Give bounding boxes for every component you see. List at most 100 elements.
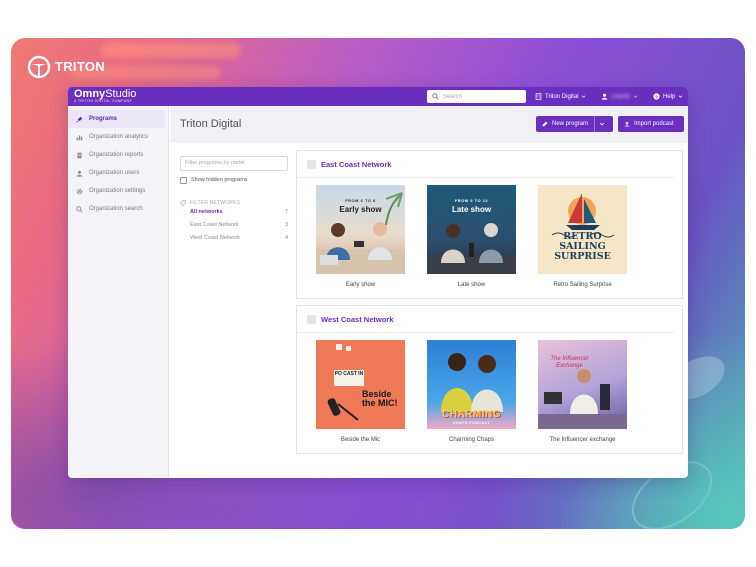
program-name[interactable]: Late show: [427, 282, 516, 288]
network-filter-east-coast[interactable]: East Coast Network 3: [180, 219, 288, 232]
program-card-beside-the-mic[interactable]: PO CAST IN Beside the MIC! Beside the Mi…: [316, 340, 405, 443]
program-name[interactable]: The Influencer exchange: [538, 437, 627, 443]
sidebar-item-label: Programs: [89, 116, 118, 122]
program-card-the-influencer-exchange[interactable]: The Influencer Exchange The Influencer e…: [538, 340, 627, 443]
omny-studio-logo[interactable]: OmnyStudio A TRITON DIGITAL COMPANY: [74, 88, 136, 104]
import-podcast-button[interactable]: Import podcast: [618, 116, 684, 132]
bar-chart-icon: [76, 134, 83, 140]
search-box[interactable]: [427, 90, 526, 103]
network-title[interactable]: West Coast Network: [297, 306, 674, 333]
program-cover-art[interactable]: The Influencer Exchange: [538, 340, 627, 429]
show-hidden-checkbox[interactable]: [180, 176, 187, 184]
network-title-label: West Coast Network: [321, 314, 394, 324]
network-select-checkbox[interactable]: [307, 159, 316, 169]
network-filter-west-coast[interactable]: West Coast Network 4: [180, 232, 288, 245]
main-content: Triton Digital New program Import podcas…: [170, 106, 688, 478]
cover-top-text: FROM 6 TO 8: [345, 198, 376, 203]
document-icon: [77, 152, 82, 158]
program-cover-art[interactable]: PO CAST IN Beside the MIC!: [316, 340, 405, 429]
user-menu[interactable]: Charlie: [601, 87, 638, 106]
sidebar: Programs Organization analytics Organiza…: [68, 106, 169, 478]
help-icon: ?: [653, 93, 660, 100]
search-input[interactable]: [443, 93, 523, 100]
filters-panel: Show hidden programs FILTER NETWORKS All…: [180, 151, 288, 245]
program-name[interactable]: Charming Chaps: [427, 437, 516, 443]
program-cover-art[interactable]: FROM 9 TO 12 Late show: [427, 185, 516, 274]
sidebar-item-organization-reports[interactable]: Organization reports: [68, 146, 165, 164]
network-filter-label: West Coast Network: [190, 235, 241, 241]
program-cover-art[interactable]: RETRO SAILING SURPRISE: [538, 185, 627, 274]
search-icon: [76, 205, 83, 213]
network-filter-label: East Coast Network: [190, 222, 239, 228]
cover-title-text: The Influencer Exchange: [550, 356, 589, 369]
sidebar-item-organization-settings[interactable]: Organization settings: [68, 182, 165, 200]
sidebar-item-label: Organization search: [89, 206, 143, 212]
sidebar-item-label: Organization reports: [89, 152, 144, 158]
button-divider: [594, 116, 596, 132]
chevron-down-icon: [679, 95, 683, 98]
cover-top-text: PO CAST IN: [334, 371, 364, 377]
cover-title-text: RETRO SAILING SURPRISE: [554, 231, 611, 262]
sidebar-item-programs[interactable]: Programs: [68, 110, 165, 128]
page-title: Triton Digital: [180, 117, 242, 130]
filter-networks-label: FILTER NETWORKS: [190, 199, 241, 206]
sidebar-item-organization-analytics[interactable]: Organization analytics: [68, 128, 165, 146]
network-section-east-coast: East Coast Network FROM 6 TO 8 Early sho…: [296, 150, 683, 299]
chevron-down-icon[interactable]: [599, 121, 605, 127]
user-menu-label: Charlie: [611, 93, 631, 100]
new-program-button[interactable]: New program: [536, 116, 613, 132]
network-filter-all[interactable]: All networks 7: [180, 206, 288, 219]
program-cover-art[interactable]: CHARMING CHAPS PODCAST: [427, 340, 516, 429]
sidebar-item-label: Organization analytics: [89, 134, 149, 140]
network-title[interactable]: East Coast Network: [297, 151, 674, 178]
program-cards: PO CAST IN Beside the MIC! Beside the Mi…: [316, 340, 627, 443]
influencer-illustration: [538, 369, 627, 429]
omny-studio-window: OmnyStudio A TRITON DIGITAL COMPANY Trit…: [68, 87, 688, 478]
blurred-text-decoration: [101, 42, 241, 58]
cover-title-text: CHARMING: [442, 409, 501, 420]
program-card-charming-chaps[interactable]: CHARMING CHAPS PODCAST Charming Chaps: [427, 340, 516, 443]
network-filter-label: All networks: [190, 209, 223, 215]
program-card-retro-sailing-surprise[interactable]: RETRO SAILING SURPRISE Retro Sailing Sur…: [538, 185, 627, 288]
svg-text:?: ?: [655, 94, 658, 100]
triton-brand: TRITON: [27, 55, 105, 79]
brand-name: TRITON: [55, 59, 105, 74]
upload-icon: [624, 121, 630, 127]
cover-subtitle-text: CHAPS PODCAST: [453, 421, 490, 425]
cover-title-text: Late show: [451, 205, 492, 214]
user-icon: [76, 170, 83, 177]
organization-menu[interactable]: Triton Digital: [535, 87, 586, 106]
show-hidden-programs[interactable]: Show hidden programs: [180, 176, 288, 184]
program-name[interactable]: Retro Sailing Surprise: [538, 282, 627, 288]
top-bar: OmnyStudio A TRITON DIGITAL COMPANY Trit…: [68, 87, 688, 106]
program-card-late-show[interactable]: FROM 9 TO 12 Late show Late show: [427, 185, 516, 288]
cover-title-text: Early show: [339, 205, 382, 214]
gear-icon: [76, 188, 83, 194]
cover-top-text: FROM 9 TO 12: [454, 198, 489, 203]
program-card-early-show[interactable]: FROM 6 TO 8 Early show Early show: [316, 185, 405, 288]
sidebar-item-label: Organization settings: [89, 188, 146, 194]
help-menu-label: Help: [663, 93, 676, 100]
sidebar-item-organization-users[interactable]: Organization users: [68, 164, 165, 182]
network-section-west-coast: West Coast Network PO CAST IN Beside the: [296, 305, 683, 454]
chevron-down-icon: [582, 95, 586, 98]
sidebar-item-label: Organization users: [89, 170, 140, 176]
program-name[interactable]: Beside the Mic: [316, 437, 405, 443]
help-menu[interactable]: ? Help: [653, 87, 683, 106]
page-header: Triton Digital New program Import podcas…: [170, 106, 688, 142]
network-select-checkbox[interactable]: [307, 314, 316, 324]
user-icon: [601, 93, 608, 100]
import-podcast-label: Import podcast: [634, 121, 674, 127]
logo-subtitle: A TRITON DIGITAL COMPANY: [74, 98, 133, 103]
pencil-icon: [542, 121, 548, 127]
program-cards: FROM 6 TO 8 Early show Early show FROM 9…: [316, 185, 627, 288]
program-cover-art[interactable]: FROM 6 TO 8 Early show: [316, 185, 405, 274]
network-filter-count: 7: [284, 209, 288, 215]
filter-programs-input[interactable]: [180, 155, 288, 171]
new-program-label: New program: [552, 121, 589, 127]
program-name[interactable]: Early show: [316, 282, 405, 288]
sidebar-item-organization-search[interactable]: Organization search: [68, 200, 165, 218]
chevron-down-icon: [633, 95, 638, 98]
network-title-label: East Coast Network: [321, 159, 392, 169]
show-hidden-label: Show hidden programs: [191, 177, 248, 183]
